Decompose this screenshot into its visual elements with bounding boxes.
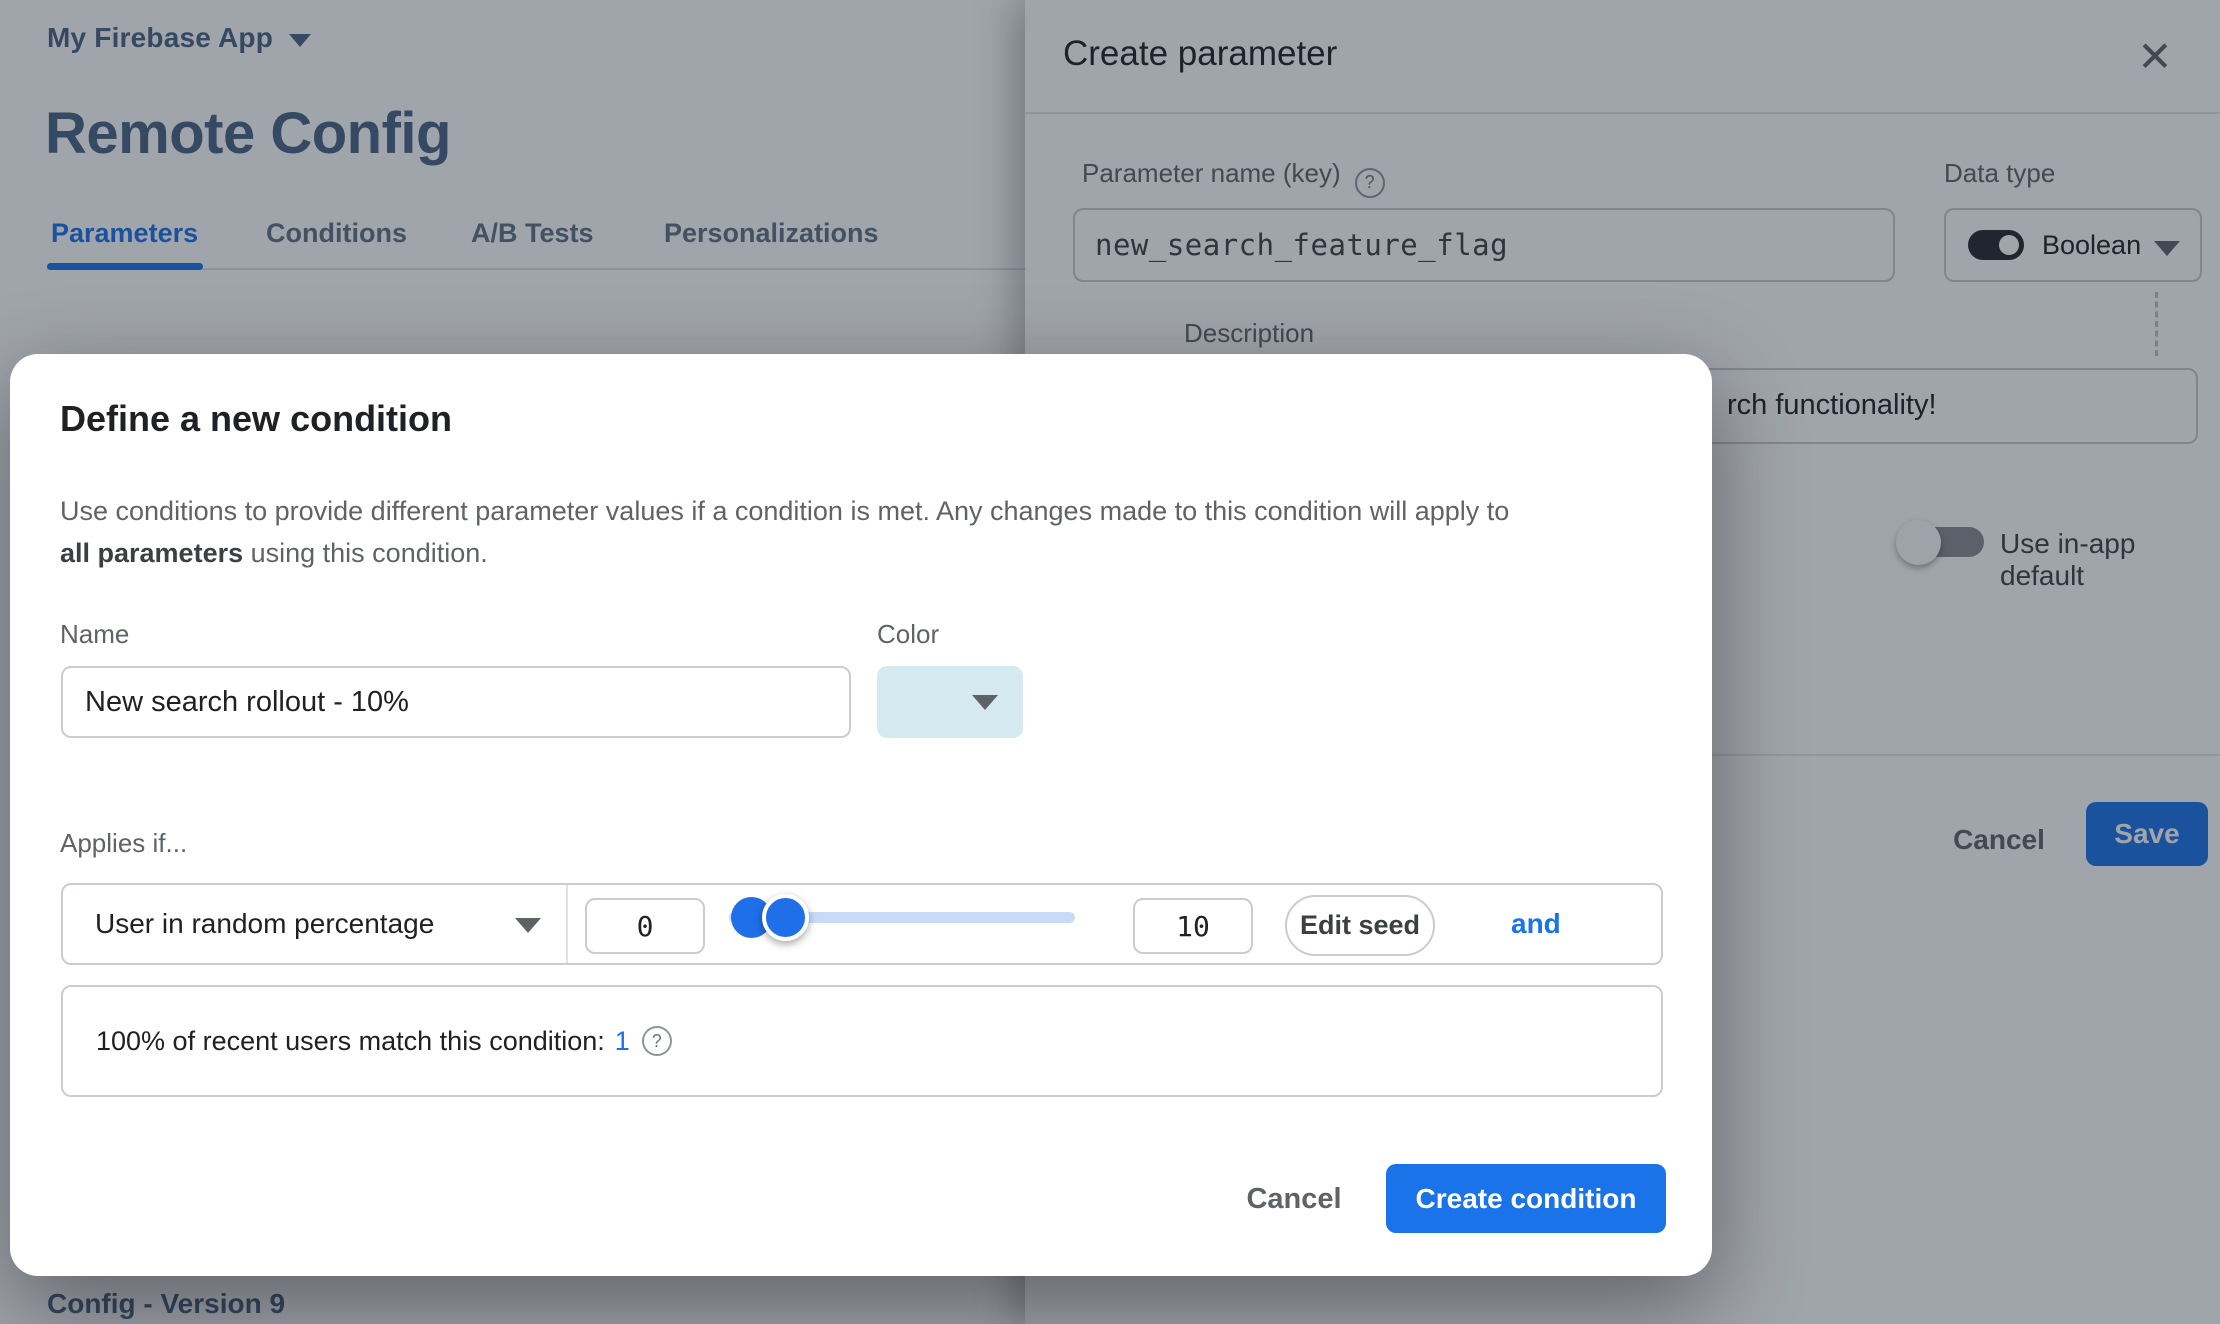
condition-name-label: Name [60, 619, 130, 649]
help-icon[interactable]: ? [641, 1026, 672, 1056]
percentage-min-input[interactable]: 0 [585, 898, 705, 954]
condition-type-select[interactable]: User in random percentage [63, 885, 563, 963]
condition-rule-row: User in random percentage 0 10 Edit seed… [61, 883, 1663, 965]
color-label: Color [877, 619, 940, 649]
condition-match-info-row: 100% of recent users match this conditio… [61, 985, 1663, 1097]
dialog-description-line1: Use conditions to provide different para… [60, 496, 1510, 526]
condition-type-value: User in random percentage [95, 908, 435, 939]
chevron-down-icon [972, 695, 998, 710]
edit-seed-button[interactable]: Edit seed [1285, 895, 1435, 956]
define-condition-dialog: Define a new condition Use conditions to… [10, 354, 1712, 1276]
color-select[interactable] [877, 666, 1023, 738]
screen: My Firebase App Remote Config Parameters… [0, 0, 2220, 1324]
dialog-description: Use conditions to provide different para… [60, 490, 1509, 574]
condition-name-input[interactable]: New search rollout - 10% [61, 666, 851, 738]
condition-row-divider [566, 885, 568, 963]
match-info-text: 100% of recent users match this conditio… [96, 1025, 605, 1056]
create-condition-button[interactable]: Create condition [1386, 1164, 1666, 1233]
and-condition-link[interactable]: and [1511, 885, 1561, 963]
slider-handle-high[interactable] [762, 894, 809, 941]
dialog-cancel-button[interactable]: Cancel [1234, 1175, 1354, 1223]
chevron-down-icon [515, 918, 541, 933]
dialog-title: Define a new condition [60, 398, 453, 439]
applies-if-label: Applies if... [60, 828, 188, 858]
dialog-description-line2: all parameters using this condition. [60, 538, 488, 568]
percentage-max-input[interactable]: 10 [1133, 898, 1253, 954]
match-count-link[interactable]: 1 [615, 1026, 630, 1057]
